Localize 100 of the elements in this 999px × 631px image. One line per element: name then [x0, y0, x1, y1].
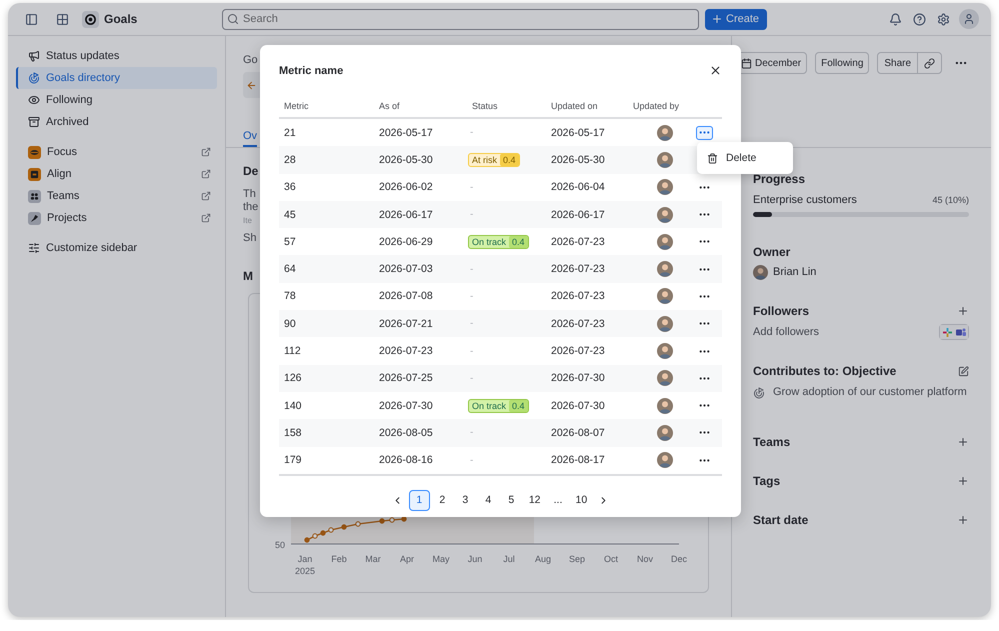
people-icon[interactable] — [954, 325, 968, 339]
sidebar-item[interactable]: Following — [16, 89, 217, 111]
avatar — [656, 124, 672, 141]
table-cell-text: 2026-07-30 — [378, 400, 434, 412]
add-icon[interactable] — [957, 305, 969, 317]
overview-tab[interactable]: Ov — [243, 130, 258, 147]
description-text: Th — [243, 188, 256, 201]
section-heading: Owner — [753, 245, 792, 259]
avatar — [656, 398, 672, 414]
status-empty: - — [469, 372, 474, 384]
owner-name: Brian Lin — [773, 266, 816, 279]
table-cell-text: 2026-06-04 — [550, 181, 606, 194]
customize-sidebar-item[interactable]: Customize sidebar — [16, 237, 217, 259]
target-icon — [753, 386, 765, 398]
settings-icon[interactable] — [936, 12, 950, 26]
month-label: Dec — [671, 554, 687, 564]
column-header: Updated by — [633, 101, 680, 111]
progress-value: 45 (10%) — [932, 194, 969, 207]
table-cell-text: 2026-05-30 — [550, 154, 606, 166]
page-button[interactable]: 12 — [524, 490, 546, 511]
page-button[interactable]: 3 — [454, 490, 476, 511]
delete-menu-item[interactable]: Delete — [697, 146, 793, 170]
section-heading: De — [243, 164, 258, 178]
avatar — [753, 265, 768, 280]
page-button[interactable]: 10 — [570, 490, 592, 511]
avatar — [656, 316, 672, 332]
table-cell-text: 28 — [283, 154, 297, 166]
status-empty: - — [469, 290, 474, 302]
table-cell-text: 2026-07-23 — [550, 345, 606, 358]
add-icon[interactable] — [957, 514, 969, 526]
sidebar-item[interactable]: Archived — [16, 111, 217, 133]
table-cell-text: 2026-06-17 — [550, 208, 606, 221]
month-label: Oct — [604, 554, 618, 564]
app-grid-icon[interactable] — [56, 12, 68, 26]
close-button[interactable] — [709, 64, 722, 77]
add-icon[interactable] — [957, 475, 969, 487]
month-label: Jul — [503, 554, 515, 564]
month-label: Jun — [468, 554, 482, 564]
add-followers-text: Add followers — [753, 326, 820, 338]
objective-link[interactable]: Grow adoption of our customer platform — [773, 386, 967, 399]
profile-avatar[interactable] — [959, 9, 979, 29]
status-lozenge: On track 0.4 — [468, 398, 529, 413]
page-button[interactable]: 5 — [500, 490, 522, 511]
description-text: the — [243, 201, 258, 214]
table-cell-text: 64 — [283, 263, 297, 276]
edit-icon[interactable] — [958, 366, 969, 376]
sidebar-item[interactable]: Goals directory — [16, 67, 217, 89]
search-icon — [227, 12, 239, 24]
table-cell-text: 2026-07-30 — [550, 400, 606, 412]
add-icon[interactable] — [957, 436, 969, 448]
metric-name: Enterprise customers — [753, 194, 857, 207]
create-button[interactable]: Create — [705, 8, 768, 30]
sidebar-toggle-icon[interactable] — [24, 12, 38, 26]
following-button[interactable]: Following — [815, 52, 870, 74]
avatar — [656, 234, 672, 250]
search-field[interactable]: Search — [222, 8, 699, 30]
section-heading: Followers — [753, 304, 810, 318]
plus-icon — [711, 13, 723, 25]
pinwheel-icon[interactable] — [940, 325, 954, 339]
avatar — [656, 370, 672, 386]
section-heading: Teams — [753, 435, 790, 449]
app-icon — [28, 212, 41, 224]
sidebar-app-item[interactable]: Projects — [16, 207, 217, 229]
section-heading: Progress — [753, 172, 806, 186]
sidebar-item[interactable]: Status updates — [16, 45, 217, 67]
table-cell-text: 2026-08-17 — [550, 454, 606, 466]
status-empty: - — [469, 318, 474, 330]
table-cell-text: 126 — [283, 372, 303, 384]
status-empty: - — [469, 454, 474, 466]
table-cell-text: 2026-07-23 — [550, 263, 606, 276]
table-cell-text: 2026-07-23 — [550, 290, 606, 302]
sidebar-app-item[interactable]: Teams — [16, 185, 217, 207]
table-cell-text: 112 — [283, 345, 302, 358]
avatar — [656, 261, 672, 278]
month-label: Sep — [569, 554, 585, 564]
sidebar-app-item[interactable]: Align — [16, 163, 217, 185]
page-button[interactable]: 2 — [432, 490, 453, 511]
page-button[interactable]: ... — [548, 490, 568, 511]
table-cell-text: 2026-07-25 — [378, 372, 434, 384]
section-heading: M — [243, 269, 253, 283]
table-cell-text: 2026-05-17 — [550, 126, 606, 139]
arrow-left-icon — [246, 80, 257, 90]
target-icon — [28, 72, 40, 84]
notifications-icon[interactable] — [888, 12, 902, 26]
month-label: Apr — [400, 554, 414, 564]
show-more-link[interactable]: Sh — [243, 232, 256, 245]
page-button[interactable]: 4 — [478, 490, 499, 511]
table-cell-text: 2026-07-23 — [550, 318, 606, 330]
page-button[interactable]: 1 — [408, 490, 430, 511]
column-header: As of — [378, 101, 401, 111]
app-icon — [28, 190, 41, 202]
month-label: Jan — [298, 554, 312, 564]
status-empty: - — [469, 346, 474, 357]
help-icon[interactable] — [912, 12, 926, 26]
table-cell-text: 2026-06-29 — [378, 236, 434, 248]
sidebar-app-item[interactable]: Focus — [16, 141, 217, 163]
section-heading: Start date — [753, 513, 808, 527]
month-label: May — [432, 554, 450, 564]
status-empty: - — [469, 182, 474, 193]
avatar — [656, 152, 672, 168]
